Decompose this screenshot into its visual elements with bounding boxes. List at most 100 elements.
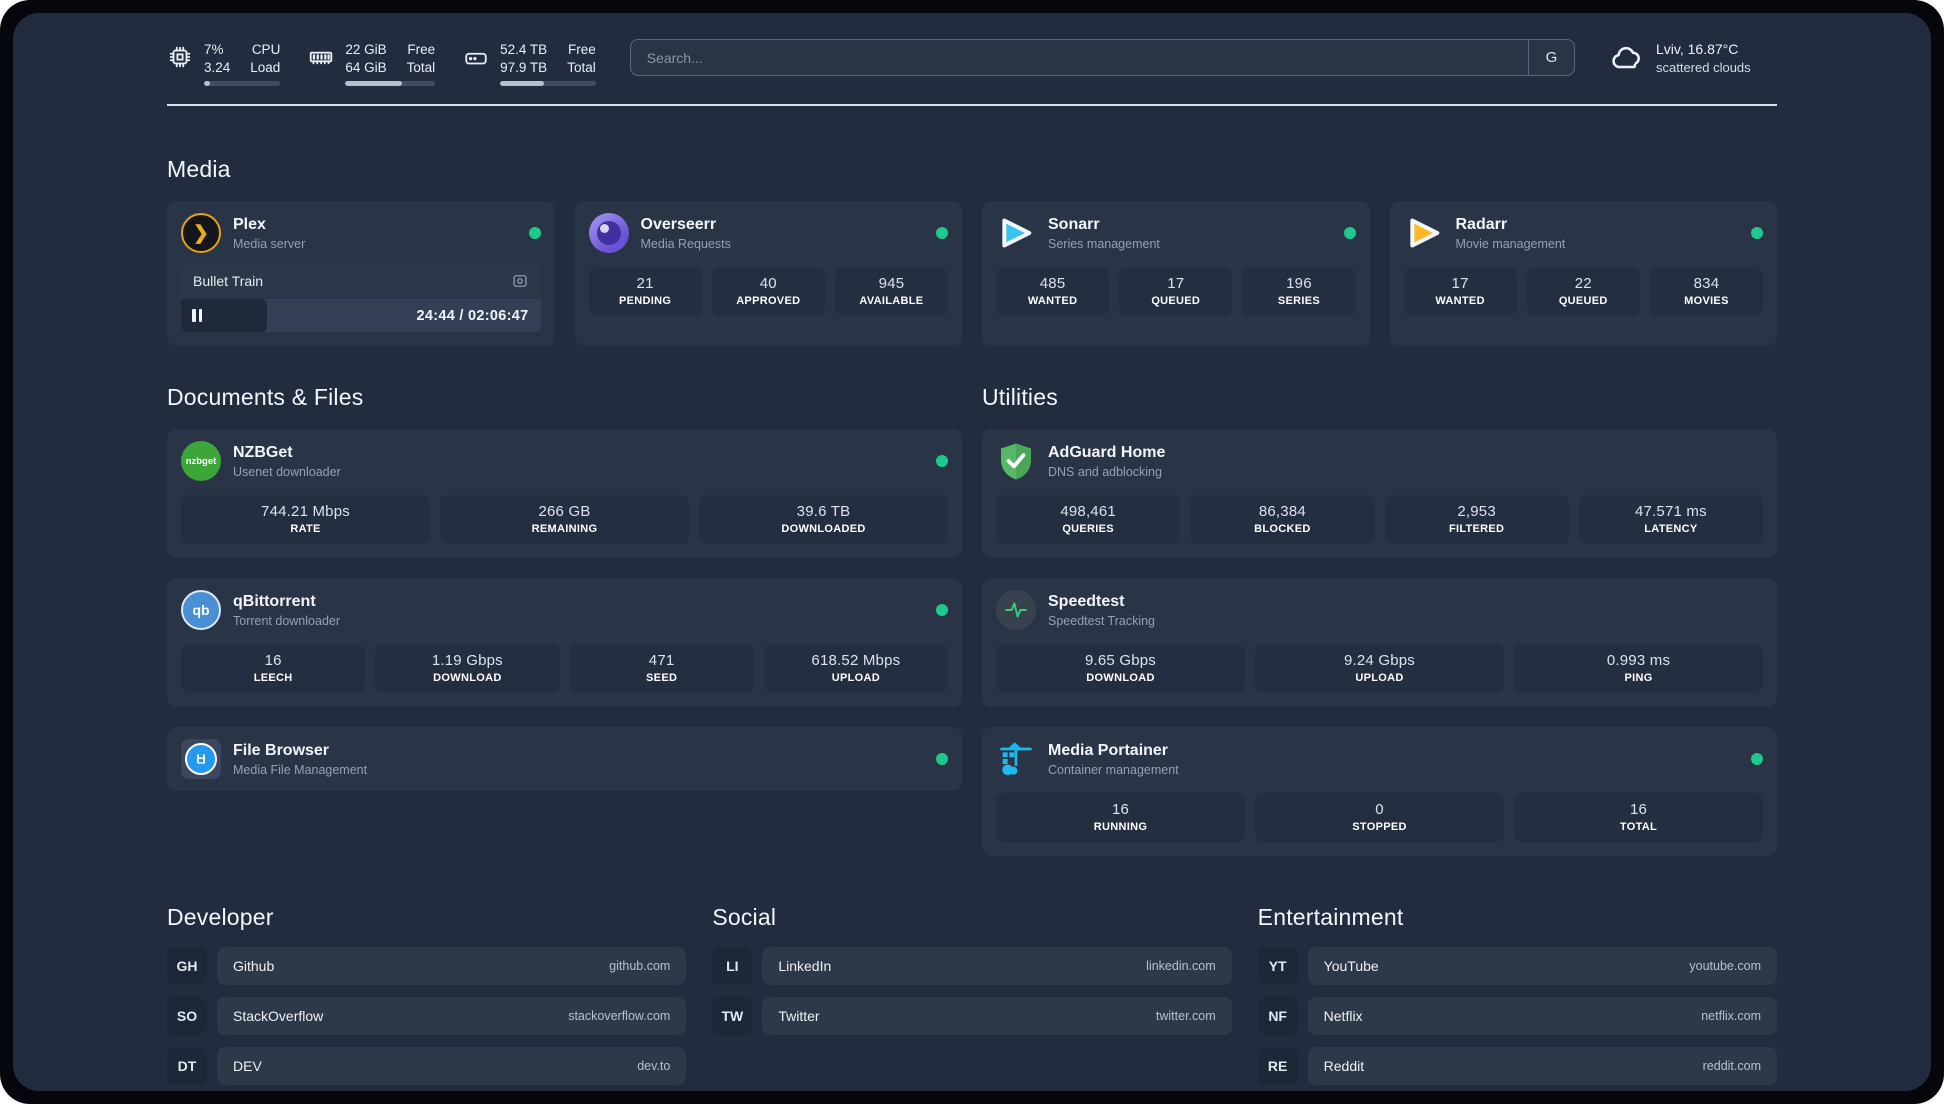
link-netflix[interactable]: NF Netflix netflix.com — [1257, 997, 1777, 1036]
section-documents: Documents & Files nzbget NZBGet Usenet d… — [167, 384, 962, 792]
disk-stat: 52.4 TB 97.9 TB Free Total — [463, 41, 596, 87]
link-reddit[interactable]: RE Reddit reddit.com — [1257, 1047, 1777, 1086]
plex-now-playing: Bullet Train 24:44 / 02:06:47 — [181, 265, 541, 333]
card-title: NZBGet — [233, 443, 293, 461]
status-dot-online — [936, 455, 948, 468]
status-dot-online — [1343, 227, 1356, 240]
stat-stopped: 0 STOPPED — [1255, 793, 1504, 843]
status-dot-online — [528, 227, 541, 240]
section-developer: Developer GH Github github.com SO StackO… — [167, 904, 687, 1086]
stat-downloaded: 39.6 TB DOWNLOADED — [699, 495, 948, 545]
cloud-icon — [1609, 40, 1645, 76]
weather-location: Lviv, 16.87°C — [1656, 41, 1739, 57]
disk-progress-fill — [500, 81, 545, 87]
weather-condition: scattered clouds — [1656, 59, 1751, 75]
link-tag: RE — [1257, 1047, 1298, 1086]
card-title: Radarr — [1455, 215, 1508, 233]
status-dot-online — [936, 604, 948, 617]
link-tag: YT — [1257, 947, 1298, 986]
section-title-social: Social — [712, 904, 777, 931]
system-stats: 7% 3.24 CPU Load 22 GiB 64 GiB Free Tota… — [167, 37, 596, 87]
dashboard-window: 7% 3.24 CPU Load 22 GiB 64 GiB Free Tota… — [0, 0, 1944, 1104]
dashboard-app: 7% 3.24 CPU Load 22 GiB 64 GiB Free Tota… — [13, 13, 1931, 1091]
header-divider — [167, 104, 1777, 107]
link-tag: TW — [712, 997, 753, 1036]
nzbget-icon: nzbget — [181, 441, 221, 482]
stat-wanted: 485 WANTED — [996, 267, 1110, 317]
memory-free-label: Free — [407, 42, 436, 57]
stat-upload: 9.24 Gbps UPLOAD — [1255, 644, 1504, 694]
stat-approved: 40 APPROVED — [711, 267, 825, 317]
portainer-icon — [996, 739, 1036, 779]
link-linkedin[interactable]: LI LinkedIn linkedin.com — [712, 947, 1232, 986]
link-name: LinkedIn — [778, 958, 832, 975]
section-title-utilities: Utilities — [982, 384, 1058, 411]
section-social: Social LI LinkedIn linkedin.com TW Twitt… — [712, 904, 1232, 1085]
stat-series: 196 SERIES — [1242, 267, 1356, 317]
media-grid: ❯ Plex Media server Bullet Train 24:44 /… — [167, 201, 1777, 347]
speedtest-icon — [996, 590, 1036, 631]
radarr-icon — [1404, 213, 1444, 253]
card-plex[interactable]: ❯ Plex Media server Bullet Train 24:44 /… — [167, 201, 555, 347]
card-desc: Usenet downloader — [233, 464, 341, 479]
section-title-entertainment: Entertainment — [1257, 904, 1404, 931]
stat-leech: 16 LEECH — [181, 644, 366, 694]
card-adguard[interactable]: AdGuard Home DNS and adblocking 498,461 … — [982, 429, 1777, 559]
pause-button[interactable] — [192, 299, 202, 332]
now-playing-title: Bullet Train — [193, 273, 264, 290]
card-speedtest[interactable]: Speedtest Speedtest Tracking 9.65 Gbps D… — [982, 578, 1777, 708]
card-desc: Media File Management — [233, 762, 368, 777]
card-filebrowser[interactable]: File Browser Media File Management — [167, 727, 962, 792]
disk-icon — [463, 44, 489, 70]
link-stackoverflow[interactable]: SO StackOverflow stackoverflow.com — [167, 997, 687, 1036]
link-tag: DT — [167, 1047, 207, 1086]
adguard-icon — [996, 441, 1036, 481]
link-domain: netflix.com — [1701, 1009, 1761, 1024]
stat-queries: 498,461 QUERIES — [996, 495, 1181, 545]
card-nzbget[interactable]: nzbget NZBGet Usenet downloader 744.21 M… — [167, 429, 962, 559]
link-dev[interactable]: DT DEV dev.to — [167, 1047, 687, 1086]
card-portainer[interactable]: Media Portainer Container management 16 … — [982, 727, 1777, 857]
card-title: Media Portainer — [1048, 741, 1169, 759]
status-dot-online — [1751, 227, 1763, 240]
link-youtube[interactable]: YT YouTube youtube.com — [1257, 947, 1777, 986]
link-github[interactable]: GH Github github.com — [167, 947, 687, 986]
status-dot-online — [936, 227, 948, 240]
memory-free-value: 22 GiB — [345, 42, 387, 57]
stat-latency: 47.571 ms LATENCY — [1578, 495, 1763, 545]
weather-widget: Lviv, 16.87°C scattered clouds — [1609, 37, 1777, 76]
cast-icon[interactable] — [511, 272, 529, 290]
card-title: Speedtest — [1048, 592, 1125, 610]
link-domain: twitter.com — [1155, 1009, 1216, 1024]
link-twitter[interactable]: TW Twitter twitter.com — [712, 997, 1232, 1036]
stat-filtered: 2,953 FILTERED — [1384, 495, 1569, 545]
search-input[interactable] — [630, 40, 1528, 75]
disk-free-label: Free — [567, 42, 596, 57]
card-sonarr[interactable]: Sonarr Series management 485 WANTED 17 Q… — [982, 201, 1370, 347]
top-bar: 7% 3.24 CPU Load 22 GiB 64 GiB Free Tota… — [167, 37, 1777, 87]
filebrowser-icon — [181, 739, 221, 780]
card-title: File Browser — [233, 741, 330, 759]
card-overseerr[interactable]: Overseerr Media Requests 21 PENDING 40 A… — [574, 201, 962, 347]
link-domain: stackoverflow.com — [568, 1009, 671, 1024]
disk-free-value: 52.4 TB — [500, 42, 548, 57]
card-desc: Series management — [1048, 236, 1160, 251]
section-utilities: Utilities AdGuard Home DNS and adblockin… — [982, 384, 1777, 857]
link-name: DEV — [233, 1058, 262, 1075]
cpu-progress-fill — [204, 81, 211, 87]
card-radarr[interactable]: Radarr Movie management 17 WANTED 22 QUE… — [1389, 201, 1777, 347]
card-desc: Media Requests — [640, 236, 731, 251]
stat-remaining: 266 GB REMAINING — [440, 495, 689, 545]
memory-progress-fill — [345, 81, 402, 87]
link-name: StackOverflow — [233, 1008, 324, 1025]
search-bar[interactable]: G — [629, 39, 1575, 76]
card-qbittorrent[interactable]: qb qBittorrent Torrent downloader 16 LEE… — [167, 578, 962, 708]
search-engine-button[interactable]: G — [1528, 40, 1574, 75]
stat-available: 945 AVAILABLE — [834, 267, 949, 317]
cpu-load-value: 3.24 — [204, 59, 231, 75]
stat-rate: 744.21 Mbps RATE — [181, 495, 430, 545]
playback-progress-bar[interactable]: 24:44 / 02:06:47 — [181, 299, 541, 333]
link-domain: linkedin.com — [1146, 959, 1216, 974]
card-desc: DNS and adblocking — [1048, 464, 1162, 479]
stat-movies: 834 MOVIES — [1649, 267, 1764, 317]
